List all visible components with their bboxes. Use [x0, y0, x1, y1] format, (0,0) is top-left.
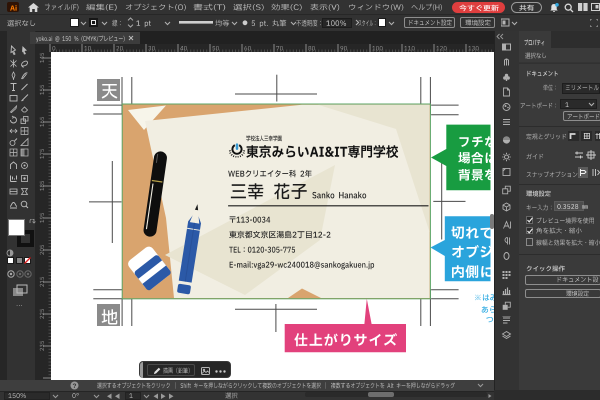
svg-text:?: ? [73, 383, 77, 390]
